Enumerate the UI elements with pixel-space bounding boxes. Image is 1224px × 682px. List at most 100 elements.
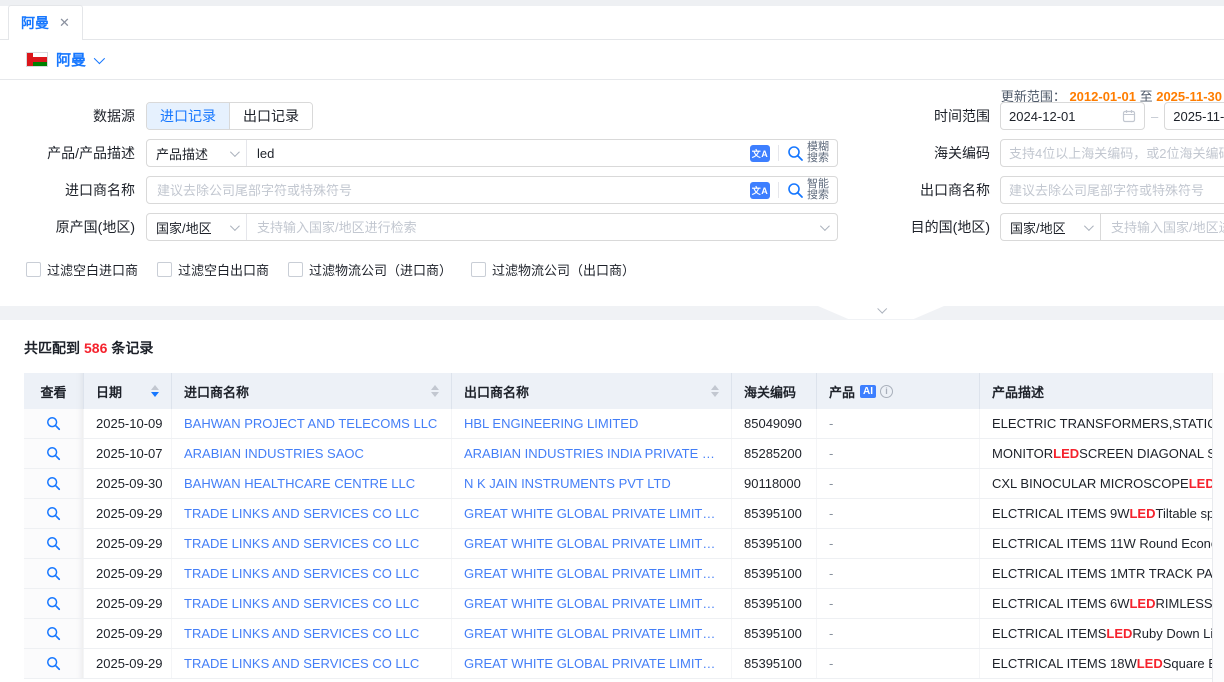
- checkbox-icon[interactable]: [471, 262, 486, 277]
- date-to-input[interactable]: [1173, 109, 1224, 124]
- view-record-icon[interactable]: [46, 536, 61, 551]
- tab-export-records[interactable]: 出口记录: [229, 103, 312, 129]
- view-cell[interactable]: [24, 439, 84, 468]
- product-search-input[interactable]: [247, 146, 746, 161]
- date-cell: 2025-09-29: [84, 559, 172, 588]
- view-cell[interactable]: [24, 409, 84, 438]
- view-record-icon[interactable]: [46, 416, 61, 431]
- importer-cell: TRADE LINKS AND SERVICES CO LLC: [172, 619, 452, 648]
- column-header-date[interactable]: 日期: [84, 373, 172, 409]
- date-cell: 2025-09-29: [84, 619, 172, 648]
- product-cell: -: [817, 469, 980, 498]
- country-name[interactable]: 阿曼: [56, 49, 86, 70]
- view-cell[interactable]: [24, 469, 84, 498]
- date-from-field[interactable]: [1000, 102, 1145, 130]
- select-chevron-icon: [230, 147, 240, 157]
- checkbox-filter-blank-importer[interactable]: 过滤空白进口商: [26, 260, 138, 279]
- checkbox-icon[interactable]: [157, 262, 172, 277]
- checkbox-icon[interactable]: [26, 262, 41, 277]
- column-header-exporter[interactable]: 出口商名称: [452, 373, 732, 409]
- view-cell[interactable]: [24, 589, 84, 618]
- results-panel: 共匹配到586条记录 查看 日期 进口商名称 出口商名称 海关编码: [0, 320, 1224, 682]
- exporter-link[interactable]: GREAT WHITE GLOBAL PRIVATE LIMITED: [464, 536, 719, 551]
- chevron-down-icon[interactable]: [94, 52, 105, 63]
- importer-cell: ARABIAN INDUSTRIES SAOC: [172, 439, 452, 468]
- destination-country-input[interactable]: [1111, 220, 1224, 235]
- checkbox-filter-logistics-exporter[interactable]: 过滤物流公司（出口商）: [471, 260, 635, 279]
- hs-code-input[interactable]: [1009, 146, 1224, 161]
- close-icon[interactable]: ✕: [59, 15, 70, 31]
- sort-icon-importer[interactable]: [431, 385, 439, 397]
- destination-label: 目的国(地区): [900, 217, 990, 237]
- time-range-label: 时间范围: [900, 106, 990, 126]
- exporter-link[interactable]: GREAT WHITE GLOBAL PRIVATE LIMITED: [464, 596, 719, 611]
- importer-link[interactable]: ARABIAN INDUSTRIES SAOC: [184, 446, 364, 461]
- chevron-down-icon[interactable]: [820, 221, 830, 231]
- checkbox-icon[interactable]: [288, 262, 303, 277]
- exporter-cell: ARABIAN INDUSTRIES INDIA PRIVATE LIMIT..…: [452, 439, 732, 468]
- exporter-link[interactable]: GREAT WHITE GLOBAL PRIVATE LIMITED: [464, 626, 719, 641]
- date-from-input[interactable]: [1009, 109, 1122, 124]
- view-record-icon[interactable]: [46, 596, 61, 611]
- view-cell[interactable]: [24, 559, 84, 588]
- view-cell[interactable]: [24, 649, 84, 678]
- importer-link[interactable]: TRADE LINKS AND SERVICES CO LLC: [184, 626, 419, 641]
- checkbox-filter-logistics-importer[interactable]: 过滤物流公司（进口商）: [288, 260, 452, 279]
- destination-type-select[interactable]: 国家/地区: [1000, 213, 1100, 241]
- origin-country-input[interactable]: [247, 220, 810, 235]
- view-record-icon[interactable]: [46, 446, 61, 461]
- fuzzy-search-button[interactable]: 模糊搜索: [783, 142, 837, 164]
- tab-oman[interactable]: 阿曼 ✕: [8, 5, 83, 40]
- exporter-link[interactable]: ARABIAN INDUSTRIES INDIA PRIVATE LIMIT..…: [464, 446, 719, 461]
- tab-import-records[interactable]: 进口记录: [147, 103, 229, 129]
- hs-code-cell: 85395100: [732, 619, 817, 648]
- column-header-description: 产品描述: [980, 373, 1212, 409]
- exporter-link[interactable]: GREAT WHITE GLOBAL PRIVATE LIMITED: [464, 656, 719, 671]
- collapse-form-handle[interactable]: [818, 306, 944, 319]
- exporter-link[interactable]: N K JAIN INSTRUMENTS PVT LTD: [464, 476, 671, 491]
- importer-link[interactable]: TRADE LINKS AND SERVICES CO LLC: [184, 596, 419, 611]
- exporter-link[interactable]: GREAT WHITE GLOBAL PRIVATE LIMITED: [464, 506, 719, 521]
- info-icon[interactable]: i: [880, 385, 893, 398]
- importer-link[interactable]: TRADE LINKS AND SERVICES CO LLC: [184, 536, 419, 551]
- table-row: 2025-09-29 TRADE LINKS AND SERVICES CO L…: [24, 559, 1212, 589]
- date-to-field[interactable]: [1164, 102, 1224, 130]
- exporter-cell: HBL ENGINEERING LIMITED: [452, 409, 732, 438]
- exporter-group: 出口商名称: [900, 176, 1224, 204]
- view-cell[interactable]: [24, 529, 84, 558]
- importer-link[interactable]: TRADE LINKS AND SERVICES CO LLC: [184, 656, 419, 671]
- importer-link[interactable]: BAHWAN PROJECT AND TELECOMS LLC: [184, 416, 437, 431]
- origin-type-select[interactable]: 国家/地区: [147, 214, 247, 240]
- product-type-select[interactable]: 产品描述: [147, 140, 247, 166]
- sort-icon-exporter[interactable]: [711, 385, 719, 397]
- data-source-segmented: 进口记录 出口记录: [146, 102, 313, 130]
- importer-name-input[interactable]: [147, 183, 746, 198]
- vertical-scrollbar[interactable]: [1212, 373, 1224, 682]
- view-record-icon[interactable]: [46, 626, 61, 641]
- view-record-icon[interactable]: [46, 506, 61, 521]
- exporter-name-input[interactable]: [1009, 183, 1224, 198]
- translate-icon[interactable]: 文A: [750, 182, 770, 199]
- exporter-name-field[interactable]: [1000, 176, 1224, 204]
- destination-country-field[interactable]: [1100, 213, 1224, 241]
- view-record-icon[interactable]: [46, 566, 61, 581]
- row-importer: 进口商名称 文A 智能搜索 出口商名称: [0, 176, 838, 204]
- hs-code-field[interactable]: [1000, 139, 1224, 167]
- sort-icon-date[interactable]: [151, 385, 159, 397]
- checkbox-filter-blank-exporter[interactable]: 过滤空白出口商: [157, 260, 269, 279]
- exporter-link[interactable]: GREAT WHITE GLOBAL PRIVATE LIMITED: [464, 566, 719, 581]
- page: 阿曼 ✕ 阿曼 更新范围： 2012-01-01 至 2025-11-30 数据…: [0, 0, 1224, 682]
- date-cell: 2025-10-09: [84, 409, 172, 438]
- translate-icon[interactable]: 文A: [750, 145, 770, 162]
- importer-link[interactable]: TRADE LINKS AND SERVICES CO LLC: [184, 506, 419, 521]
- importer-link[interactable]: TRADE LINKS AND SERVICES CO LLC: [184, 566, 419, 581]
- smart-search-button[interactable]: 智能搜索: [783, 179, 837, 201]
- view-record-icon[interactable]: [46, 656, 61, 671]
- view-cell[interactable]: [24, 619, 84, 648]
- importer-link[interactable]: BAHWAN HEALTHCARE CENTRE LLC: [184, 476, 415, 491]
- exporter-link[interactable]: HBL ENGINEERING LIMITED: [464, 416, 638, 431]
- view-cell[interactable]: [24, 499, 84, 528]
- column-header-importer[interactable]: 进口商名称: [172, 373, 452, 409]
- view-record-icon[interactable]: [46, 476, 61, 491]
- date-cell: 2025-09-30: [84, 469, 172, 498]
